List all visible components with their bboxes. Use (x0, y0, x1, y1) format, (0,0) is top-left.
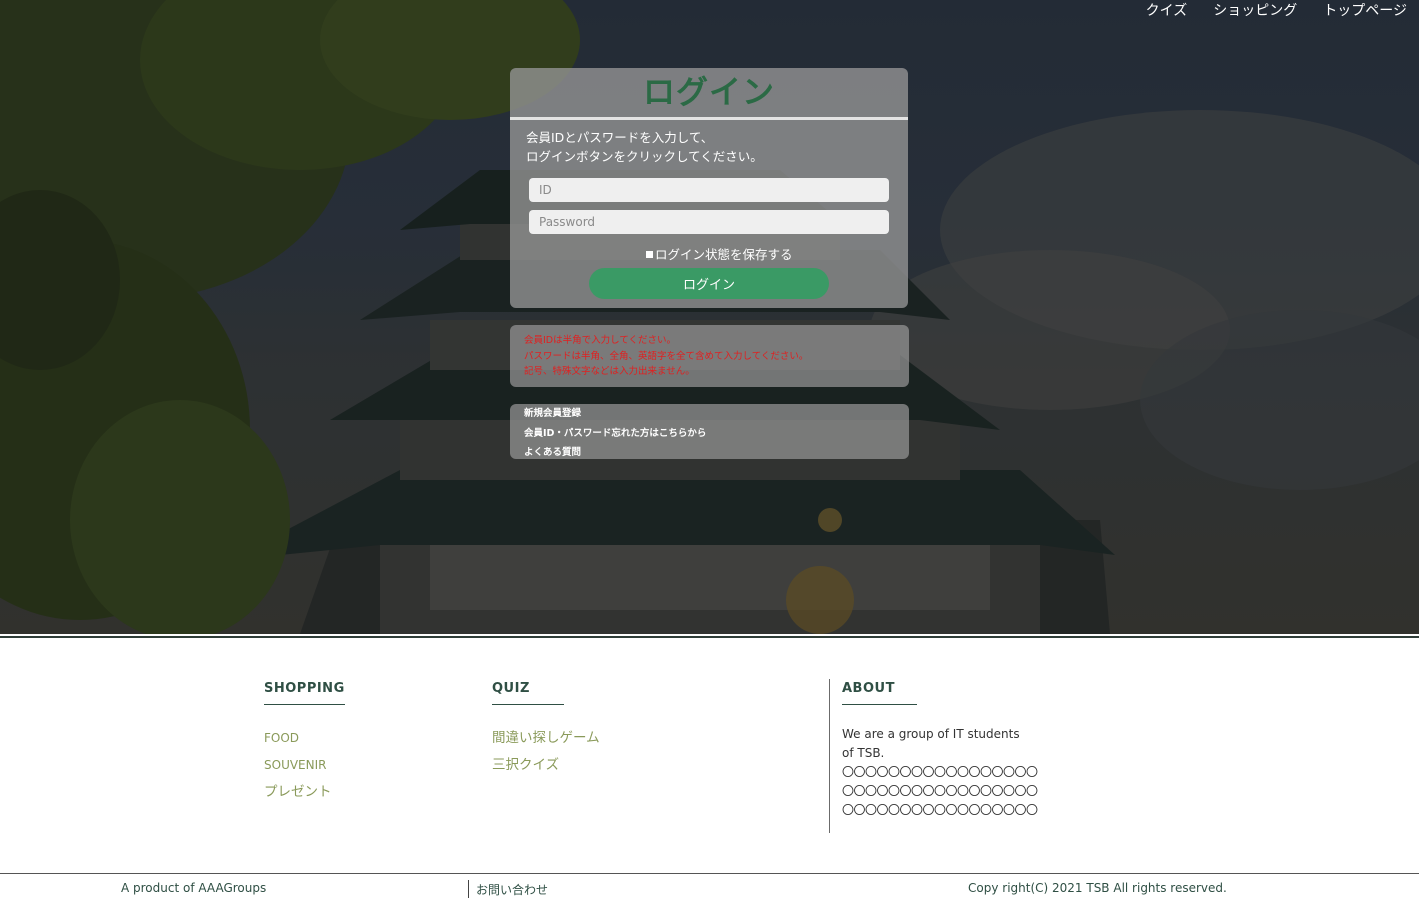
footer-shopping-heading: SHOPPING (264, 679, 345, 705)
instruction-line: 会員IDとパスワードを入力して、 (526, 130, 714, 145)
top-navigation: クイズ ショッピング トップページ (1146, 2, 1407, 20)
footer-link-spot-difference-game[interactable]: 間違い探しゲーム (492, 725, 600, 752)
faq-link[interactable]: よくある質問 (524, 443, 909, 463)
member-id-input[interactable] (529, 178, 889, 202)
remember-login-checkbox[interactable]: ログイン状態を保存する (646, 244, 793, 263)
password-input[interactable] (529, 210, 889, 234)
footer-link-souvenir[interactable]: SOUVENIR (264, 752, 345, 779)
about-text: We are a group of IT students of TSB. 〇〇… (842, 725, 1038, 820)
login-divider (510, 117, 908, 120)
notice-line: 記号、特殊文字などは入力出来ません。 (524, 366, 695, 377)
login-title: ログイン (642, 73, 775, 111)
login-panel: ログイン 会員IDとパスワードを入力して、 ログインボタンをクリックしてください… (510, 68, 908, 308)
login-button[interactable]: ログイン (589, 268, 829, 299)
footer-about-column: ABOUT We are a group of IT students of T… (842, 677, 1038, 820)
about-line: 〇〇〇〇〇〇〇〇〇〇〇〇〇〇〇〇〇 (842, 784, 1038, 798)
about-line: We are a group of IT students of TSB. (842, 727, 1020, 760)
forgot-credentials-link[interactable]: 会員ID・パスワード忘れた方はこちらから (524, 424, 909, 444)
about-line: 〇〇〇〇〇〇〇〇〇〇〇〇〇〇〇〇〇 (842, 765, 1038, 779)
nav-shopping-link[interactable]: ショッピング (1213, 2, 1297, 20)
about-divider (829, 679, 830, 833)
footer-shopping-column: SHOPPING FOOD SOUVENIR プレゼント (264, 677, 345, 806)
input-rules-notice: 会員IDは半角で入力してください。 パスワードは半角、全角、英語字を全て含めて入… (510, 325, 909, 387)
footer-quiz-heading: QUIZ (492, 679, 564, 705)
about-line: 〇〇〇〇〇〇〇〇〇〇〇〇〇〇〇〇〇 (842, 803, 1038, 817)
remember-login-label: ログイン状態を保存する (655, 247, 793, 262)
footer-link-food[interactable]: FOOD (264, 725, 345, 752)
contact-link[interactable]: お問い合わせ (476, 881, 548, 898)
hero-section: クイズ ショッピング トップページ ログイン 会員IDとパスワードを入力して、 … (0, 0, 1419, 634)
footer-bottom-divider (0, 873, 1419, 874)
footer-quiz-column: QUIZ 間違い探しゲーム 三択クイズ (492, 677, 600, 779)
nav-quiz-link[interactable]: クイズ (1146, 2, 1188, 20)
footer-link-present[interactable]: プレゼント (264, 779, 345, 806)
instruction-line: ログインボタンをクリックしてください。 (526, 149, 763, 164)
copyright-text: Copy right(C) 2021 TSB All rights reserv… (968, 881, 1227, 895)
bottom-separator (468, 880, 469, 898)
help-links-panel: 新規会員登録 会員ID・パスワード忘れた方はこちらから よくある質問 (510, 404, 909, 459)
login-instructions: 会員IDとパスワードを入力して、 ログインボタンをクリックしてください。 (526, 128, 896, 166)
nav-top-page-link[interactable]: トップページ (1323, 2, 1407, 20)
notice-line: パスワードは半角、全角、英語字を全て含めて入力してください。 (524, 350, 809, 362)
checkbox-box[interactable] (646, 250, 653, 258)
footer-about-heading: ABOUT (842, 679, 917, 705)
notice-line: 会員IDは半角で入力してください。 (524, 335, 677, 346)
footer-top-divider (0, 636, 1419, 638)
register-link[interactable]: 新規会員登録 (524, 404, 909, 424)
footer-link-three-choice-quiz[interactable]: 三択クイズ (492, 752, 600, 779)
product-credit: A product of AAAGroups (121, 881, 267, 895)
